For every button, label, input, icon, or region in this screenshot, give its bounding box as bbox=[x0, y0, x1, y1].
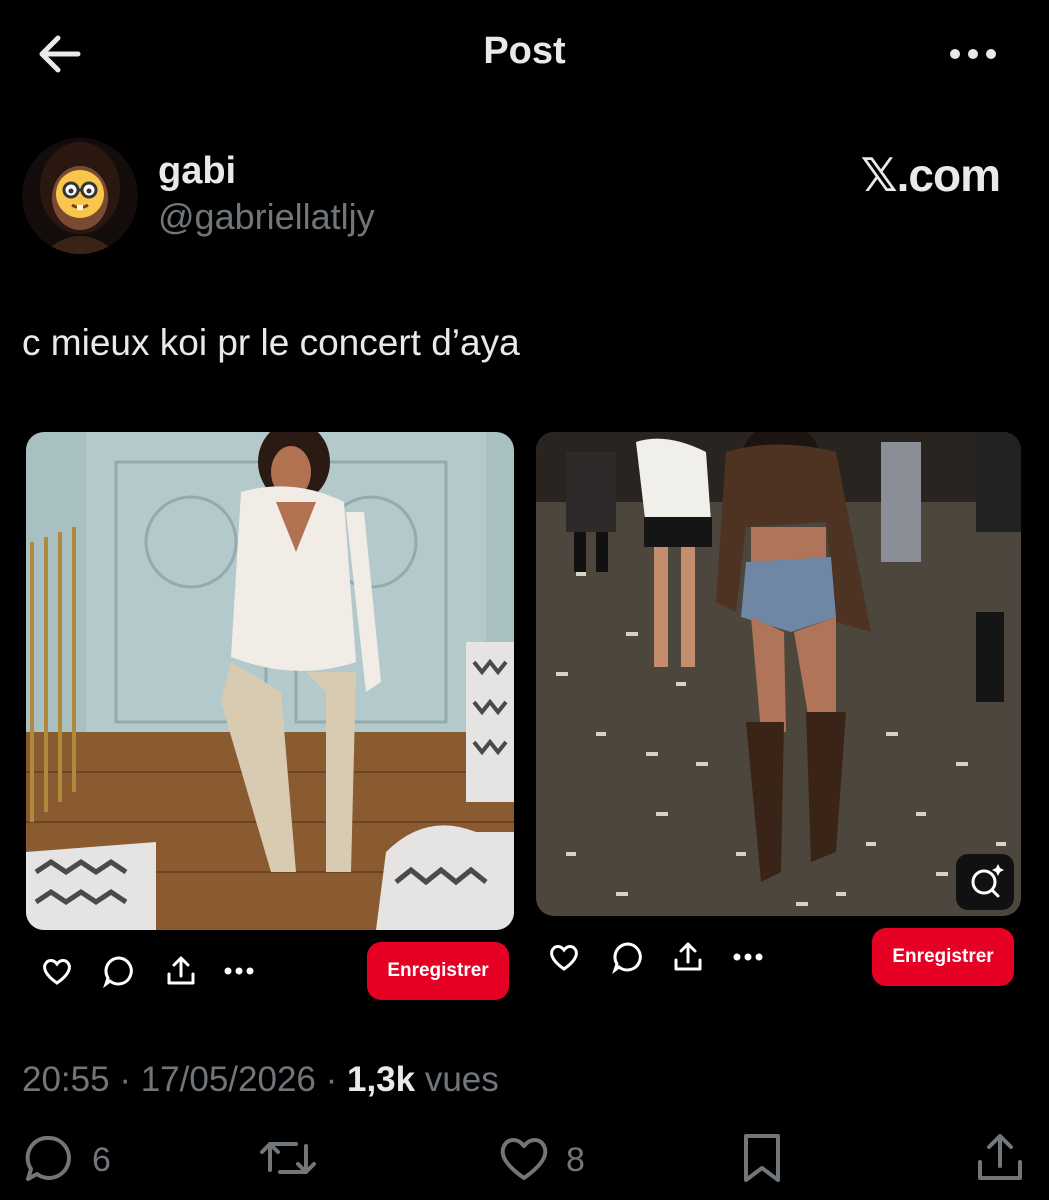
separator: · bbox=[109, 1060, 141, 1099]
post-time: 20:55 bbox=[22, 1060, 110, 1099]
reply-button[interactable]: 6 bbox=[22, 1130, 111, 1190]
more-icon[interactable] bbox=[731, 940, 765, 974]
repost-icon bbox=[258, 1130, 318, 1191]
save-button[interactable]: Enregistrer bbox=[367, 942, 509, 1000]
pin-actions-2: Enregistrer bbox=[545, 928, 1020, 988]
save-button[interactable]: Enregistrer bbox=[872, 928, 1014, 986]
views-count: 1,3k bbox=[346, 1060, 416, 1099]
heart-icon bbox=[496, 1130, 552, 1191]
post-image-outfit-2[interactable] bbox=[536, 432, 1021, 916]
bookmark-icon bbox=[736, 1130, 788, 1191]
views-label: vues bbox=[415, 1060, 499, 1099]
reply-count: 6 bbox=[92, 1140, 111, 1179]
repost-button[interactable] bbox=[258, 1130, 318, 1190]
comment-icon[interactable] bbox=[611, 940, 645, 975]
reply-icon bbox=[22, 1130, 78, 1191]
visual-search-icon[interactable] bbox=[956, 854, 1014, 910]
heart-icon[interactable] bbox=[40, 954, 74, 988]
bookmark-button[interactable] bbox=[736, 1130, 788, 1190]
separator: · bbox=[315, 1060, 347, 1099]
more-icon[interactable] bbox=[222, 954, 256, 988]
brand-logo: 𝕏.com bbox=[860, 149, 1001, 201]
post-image-outfit-1[interactable] bbox=[26, 432, 514, 930]
heart-icon[interactable] bbox=[547, 940, 581, 974]
share-icon bbox=[972, 1130, 1028, 1191]
share-icon[interactable] bbox=[164, 954, 198, 988]
pin-actions-1: Enregistrer bbox=[40, 942, 515, 1002]
share-button[interactable] bbox=[972, 1130, 1028, 1190]
comment-icon[interactable] bbox=[102, 954, 136, 989]
engagement-bar: 6 8 bbox=[0, 1130, 1049, 1200]
top-bar: Post bbox=[0, 0, 1049, 110]
page-title: Post bbox=[483, 30, 566, 72]
post-meta: 20:55 · 17/05/2026 · 1,3k vues bbox=[22, 1060, 499, 1100]
tweet-text: c mieux koi pr le concert d’aya bbox=[22, 322, 520, 363]
author-name[interactable]: gabi bbox=[158, 150, 236, 193]
post-date: 17/05/2026 bbox=[140, 1060, 316, 1099]
author-row: gabi @gabriellatljy 𝕏.com bbox=[22, 138, 1022, 258]
more-options-icon[interactable] bbox=[947, 36, 999, 72]
share-icon[interactable] bbox=[671, 940, 705, 974]
author-handle[interactable]: @gabriellatljy bbox=[158, 196, 375, 238]
avatar[interactable] bbox=[22, 138, 138, 254]
like-button[interactable]: 8 bbox=[496, 1130, 585, 1190]
like-count: 8 bbox=[566, 1140, 585, 1179]
